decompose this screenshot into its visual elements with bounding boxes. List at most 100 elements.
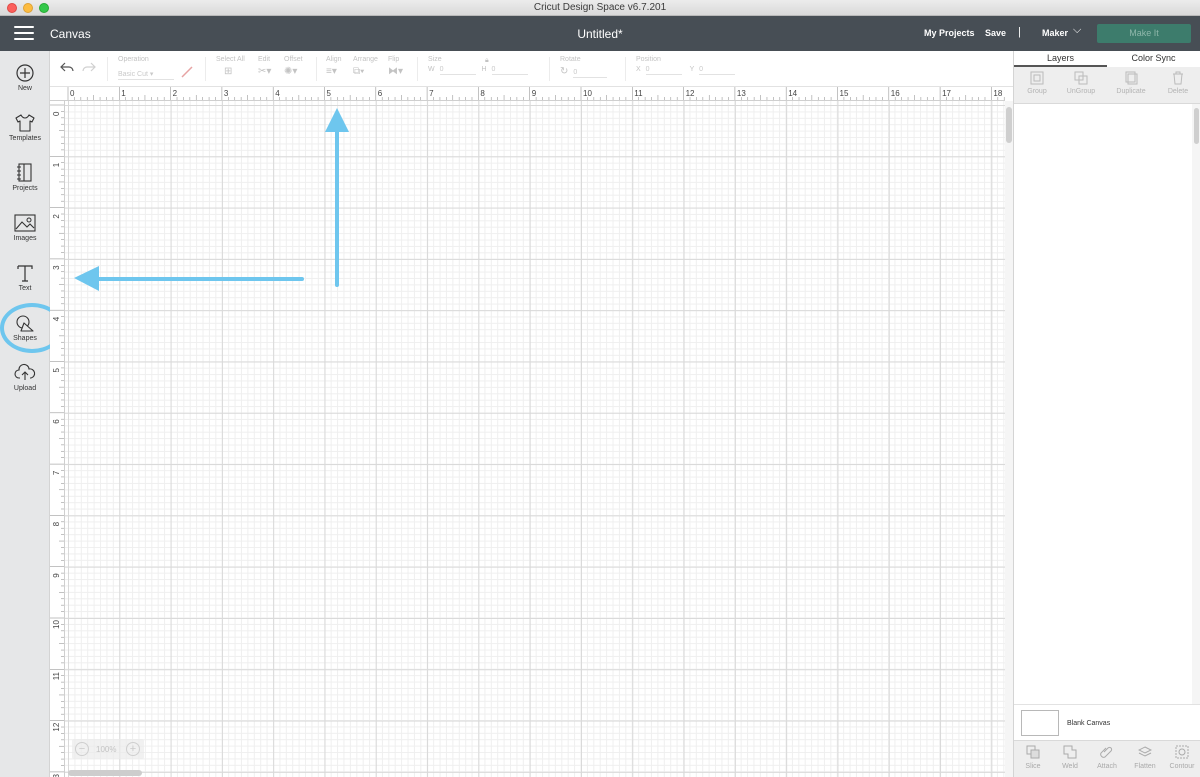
chevron-down-icon[interactable]: ⌵	[1073, 24, 1081, 37]
ruler-label: 15	[840, 89, 849, 98]
sidebar-item-shapes[interactable]: Shapes	[0, 313, 50, 359]
toolbar-divider	[417, 57, 418, 81]
toolbar-divider	[625, 57, 626, 81]
lock-icon[interactable]: 🔒︎	[485, 57, 489, 65]
ruler-label: 6	[378, 89, 383, 98]
x-field[interactable]: 0	[645, 66, 682, 75]
slice-icon	[1026, 745, 1040, 759]
select-all-group[interactable]: Select All ⊞	[216, 56, 245, 77]
x-value: 0	[645, 66, 650, 73]
weld-button[interactable]: Weld	[1051, 745, 1089, 770]
ruler-label: 10	[583, 89, 592, 98]
undo-icon[interactable]	[60, 61, 74, 75]
toolbar-divider	[107, 57, 108, 81]
scissors-icon: ✂▾	[258, 66, 272, 77]
rotate-field[interactable]: 0	[573, 69, 608, 78]
canvas-horizontal-scrollbar[interactable]	[68, 770, 142, 776]
zoom-out-button[interactable]: −	[75, 742, 89, 756]
sidebar-label-templates: Templates	[9, 135, 41, 142]
attach-button[interactable]: Attach	[1088, 745, 1126, 770]
tab-color-sync[interactable]: Color Sync	[1107, 51, 1200, 67]
layers-panel: Layers Color Sync Group UnGroup Duplicat…	[1013, 51, 1200, 777]
save-link[interactable]: Save	[985, 28, 1006, 38]
ruler-label: 4	[52, 316, 61, 321]
group-button[interactable]: Group	[1014, 71, 1060, 95]
pen-color-icon[interactable]	[180, 66, 194, 78]
ruler-label: 1	[52, 162, 61, 167]
flip-group[interactable]: Flip ⧓▾	[388, 56, 403, 77]
flip-caption: Flip	[388, 56, 400, 63]
slice-button[interactable]: Slice	[1014, 745, 1052, 770]
select-all-icon: ⊞	[224, 66, 233, 77]
offset-caption: Offset	[284, 56, 303, 63]
contour-label: Contour	[1169, 763, 1195, 770]
delete-button[interactable]: Delete	[1155, 71, 1200, 95]
flatten-button[interactable]: Flatten	[1126, 745, 1164, 770]
cloud-upload-icon	[14, 363, 36, 380]
rotate-icon: ↻	[560, 66, 569, 77]
canvas-vertical-scrollbar[interactable]	[1005, 101, 1013, 777]
ruler-label: 9	[532, 89, 537, 98]
ruler-label: 12	[686, 89, 695, 98]
tab-layers[interactable]: Layers	[1014, 51, 1107, 67]
ruler-label: 16	[891, 89, 900, 98]
ungroup-button[interactable]: UnGroup	[1058, 71, 1104, 95]
sidebar-label-new: New	[17, 85, 32, 92]
ruler-label: 12	[52, 722, 61, 731]
redo-icon[interactable]	[82, 61, 96, 75]
edit-caption: Edit	[258, 56, 271, 63]
ruler-label: 5	[327, 89, 332, 98]
position-group: Position X 0 Y 0	[636, 56, 736, 75]
slice-label: Slice	[1025, 763, 1041, 770]
plus-circle-icon	[16, 64, 34, 82]
position-caption: Position	[636, 56, 661, 63]
scrollbar-thumb[interactable]	[1194, 108, 1199, 144]
ruler-label: 11	[634, 89, 643, 98]
layers-scrollbar[interactable]	[1192, 104, 1200, 754]
menu-hamburger-icon[interactable]	[14, 26, 34, 42]
offset-group[interactable]: Offset ✺▾	[284, 56, 303, 77]
sidebar-item-projects[interactable]: Projects	[0, 163, 50, 209]
sidebar-item-templates[interactable]: Templates	[0, 113, 50, 159]
height-field[interactable]: 0	[491, 66, 528, 75]
image-icon	[14, 214, 36, 232]
machine-select[interactable]: Maker	[1042, 28, 1068, 38]
operation-select[interactable]: Basic Cut ▾	[118, 70, 174, 80]
group-icon	[1030, 71, 1044, 85]
zoom-in-button[interactable]: +	[126, 742, 140, 756]
operation-caption: Operation	[118, 56, 149, 63]
sidebar-item-new[interactable]: New	[0, 63, 50, 109]
flip-icon: ⧓▾	[388, 66, 404, 77]
ruler-label: 8	[52, 521, 61, 526]
toolbar-divider	[316, 57, 317, 81]
duplicate-button[interactable]: Duplicate	[1108, 71, 1154, 95]
blank-canvas-row[interactable]: Blank Canvas	[1014, 704, 1200, 740]
sidebar-item-upload[interactable]: Upload	[0, 363, 50, 409]
blank-canvas-swatch[interactable]	[1021, 710, 1059, 736]
size-group: Size W 0 H 0	[428, 56, 528, 75]
shapes-icon	[16, 315, 34, 332]
edit-group[interactable]: Edit ✂▾	[258, 56, 271, 77]
rotate-group: Rotate ↻ 0	[560, 56, 608, 78]
make-it-button[interactable]: Make It	[1097, 24, 1191, 43]
sidebar-item-text[interactable]: Text	[0, 263, 50, 309]
operation-value: Basic Cut	[118, 71, 148, 78]
sidebar-item-images[interactable]: Images	[0, 213, 50, 259]
align-group[interactable]: Align ≡▾	[326, 56, 342, 77]
x-label: X	[636, 66, 641, 73]
y-field[interactable]: 0	[699, 66, 736, 75]
scrollbar-thumb[interactable]	[1006, 107, 1012, 143]
ruler-label: 0	[52, 111, 61, 116]
header-separator: |	[1018, 26, 1021, 38]
offset-icon: ✺▾	[284, 66, 298, 77]
width-label: W	[428, 66, 435, 73]
width-field[interactable]: 0	[439, 66, 476, 75]
my-projects-link[interactable]: My Projects	[924, 28, 975, 38]
contour-icon	[1175, 745, 1189, 759]
design-canvas-grid[interactable]	[65, 101, 1005, 777]
ruler-label: 17	[942, 89, 951, 98]
paperclip-icon	[1100, 746, 1113, 758]
panel-tabs: Layers Color Sync	[1014, 51, 1200, 67]
arrange-group[interactable]: Arrange ⧉▾	[353, 56, 378, 77]
contour-button[interactable]: Contour	[1163, 745, 1200, 770]
